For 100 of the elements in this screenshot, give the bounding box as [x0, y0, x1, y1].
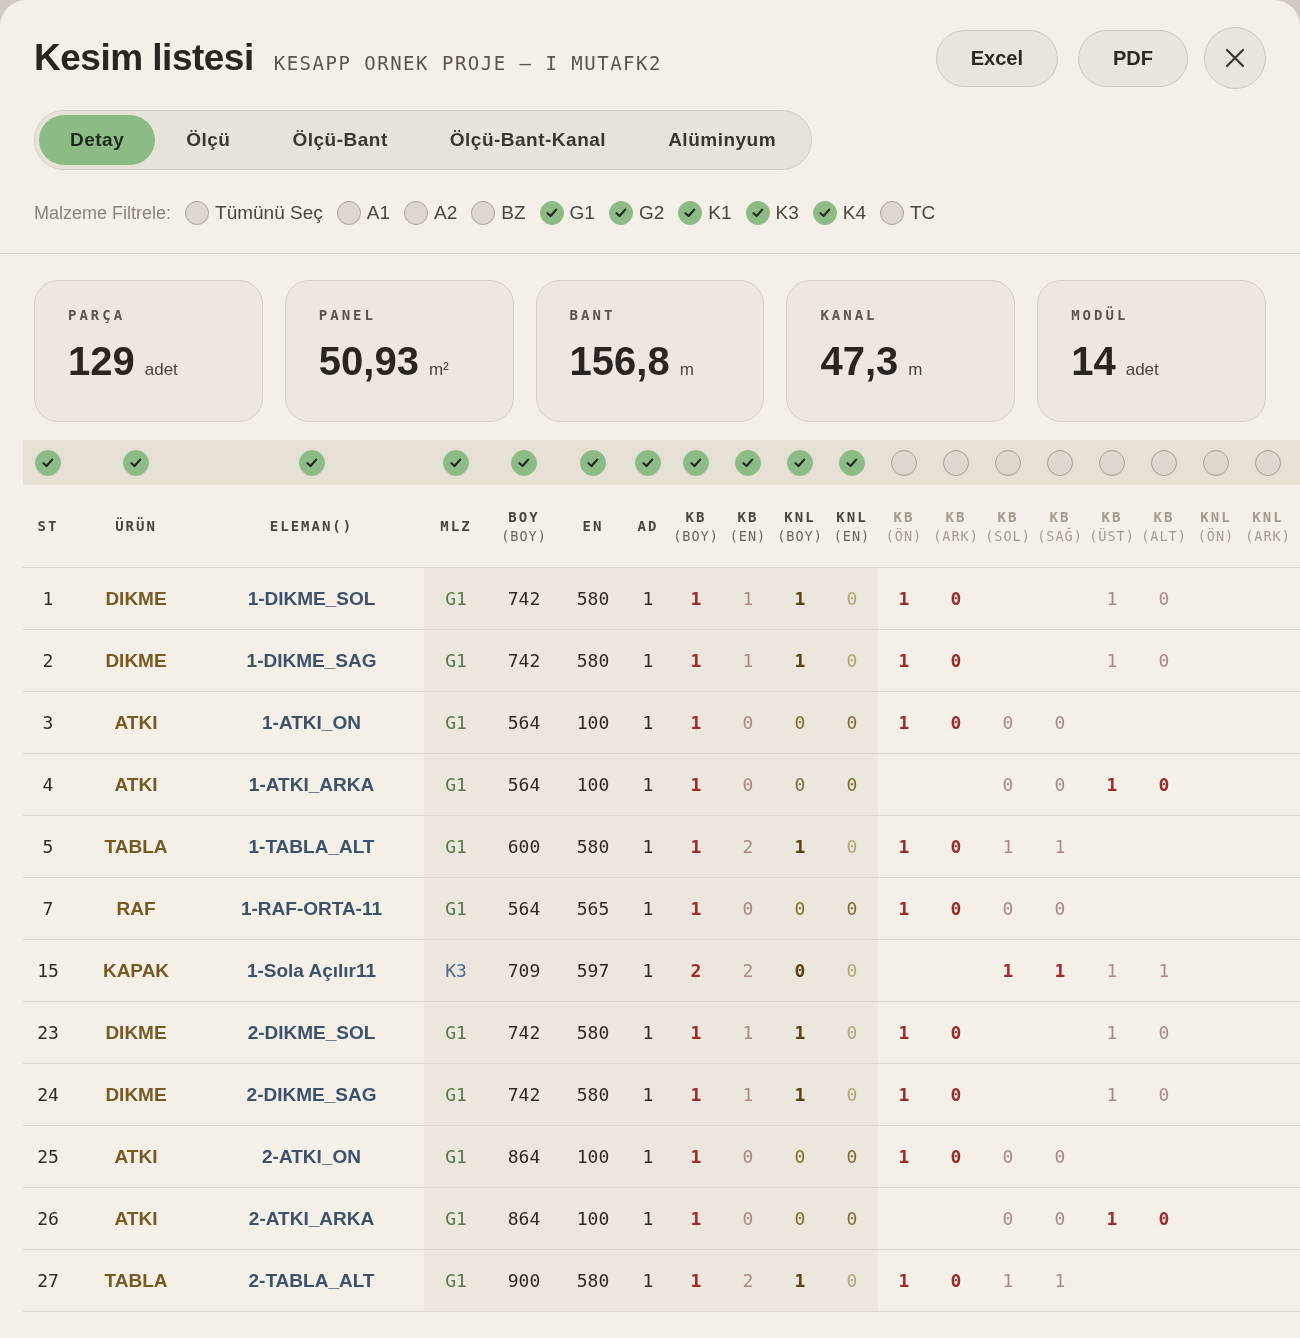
checkbox-label: G1 [569, 202, 595, 224]
checkbox[interactable] [812, 201, 837, 225]
table-cell: 1 [898, 588, 910, 609]
table-cell: 1 [690, 588, 702, 609]
column-checkbox[interactable] [735, 449, 761, 476]
table-cell: 564 [507, 712, 541, 733]
table-cell: DIKME [105, 1021, 167, 1044]
checkbox[interactable] [471, 201, 496, 225]
checkbox[interactable] [608, 201, 633, 225]
checkbox[interactable] [185, 201, 210, 225]
column-checkbox[interactable] [511, 449, 537, 476]
table-cell: 5 [42, 836, 54, 857]
table-cell: 1 [642, 1022, 654, 1043]
column-checkbox[interactable] [635, 449, 661, 476]
column-checkbox[interactable] [298, 449, 325, 476]
table-cell: 0 [1054, 774, 1066, 795]
table-cell: 0 [950, 650, 962, 671]
table-cell: 1 [642, 650, 654, 671]
stat-unit: m² [428, 360, 449, 380]
table-cell: 2 [690, 960, 702, 981]
column-checkbox[interactable] [891, 449, 917, 476]
table-cell: 0 [1054, 1146, 1066, 1167]
table-cell: K3 [445, 960, 467, 981]
table-cell: 0 [794, 960, 806, 981]
table-cell: 1 [642, 1208, 654, 1229]
column-checkbox[interactable] [1255, 449, 1281, 476]
tab[interactable]: Alüminyum [637, 115, 808, 165]
checkbox-label: K4 [842, 202, 866, 224]
column-checkbox[interactable] [1203, 449, 1229, 476]
table-cell: 1 [1054, 836, 1066, 857]
checkbox[interactable] [745, 201, 770, 225]
table-cell: 1-DIKME_SOL [247, 587, 376, 610]
checkbox[interactable] [678, 201, 703, 225]
table-cell: 0 [794, 898, 806, 919]
stat-unit: adet [1125, 360, 1159, 380]
export-button[interactable]: Excel [935, 29, 1058, 87]
table-cell: TABLA [104, 1269, 168, 1292]
table-cell: 2 [742, 960, 754, 981]
table-cell: 1 [1106, 650, 1118, 671]
column-checkbox[interactable] [1151, 449, 1177, 476]
stat-value: 14 [1071, 339, 1116, 384]
checkbox-label: Tümünü Seç [215, 202, 323, 224]
stat-label: PARÇA [68, 307, 126, 323]
column-header: KB [737, 508, 759, 525]
filter-label: Malzeme Filtrele: [34, 202, 172, 224]
column-checkbox[interactable] [839, 449, 865, 476]
tab[interactable]: Ölçü-Bant [261, 115, 419, 165]
checkbox[interactable] [539, 201, 564, 225]
column-checkbox[interactable] [1047, 449, 1073, 476]
table-cell: 1 [690, 898, 702, 919]
column-checkbox[interactable] [443, 449, 469, 476]
table-cell: 1 [690, 1022, 702, 1043]
table-cell: 0 [846, 1084, 858, 1105]
table-cell: 0 [846, 1022, 858, 1043]
table-cell: 0 [950, 1270, 962, 1291]
table-cell: 864 [507, 1208, 541, 1229]
column-header: ELEMAN() [269, 518, 354, 534]
table-cell: 0 [846, 588, 858, 609]
table-cell: 1 [690, 712, 702, 733]
column-header: KB [1153, 508, 1175, 525]
column-subheader: (ARK) [933, 527, 979, 544]
table-cell: 0 [1054, 712, 1066, 733]
column-checkbox[interactable] [123, 449, 149, 476]
tab[interactable]: Detay [39, 115, 156, 165]
table-cell: 1 [898, 1022, 910, 1043]
tab[interactable]: Ölçü-Bant-Kanal [418, 115, 638, 165]
column-checkbox[interactable] [35, 449, 61, 476]
column-checkbox[interactable] [580, 449, 606, 476]
checkbox[interactable] [404, 201, 428, 225]
table-cell: 100 [576, 774, 610, 795]
column-header: KB [893, 508, 915, 525]
table-cell: 1 [898, 1270, 910, 1291]
column-checkbox[interactable] [943, 449, 969, 476]
table-cell: 1 [1002, 836, 1014, 857]
column-subheader: (BOY) [777, 527, 823, 544]
table-cell: G1 [445, 1146, 467, 1167]
checkbox[interactable] [880, 201, 904, 225]
table-cell: 1 [690, 1208, 702, 1229]
table-cell: KAPAK [102, 959, 170, 982]
column-checkbox[interactable] [787, 449, 813, 476]
table-cell: 2 [742, 836, 754, 857]
checkbox-label: K3 [775, 202, 799, 224]
column-header: BOY [508, 508, 540, 525]
stat-value: 129 [68, 339, 135, 384]
table-cell: 1 [898, 1146, 910, 1167]
column-header: KB [685, 508, 707, 525]
tab[interactable]: Ölçü [155, 115, 262, 165]
table-cell: DIKME [105, 1083, 167, 1106]
table-cell: 1 [690, 774, 702, 795]
table-cell: 2-ATKI_ON [262, 1145, 361, 1168]
column-header: KNL [1200, 508, 1232, 525]
column-subheader: (BOY) [501, 527, 547, 544]
column-checkbox[interactable] [995, 449, 1021, 476]
export-button[interactable]: PDF [1078, 29, 1188, 87]
column-checkbox[interactable] [683, 449, 709, 476]
checkbox[interactable] [336, 201, 361, 225]
table-cell: 1-RAF-ORTA-11 [240, 897, 383, 920]
column-subheader: (SAĞ) [1037, 527, 1083, 544]
table-cell: 1-Sola Açılır11 [246, 959, 377, 982]
column-checkbox[interactable] [1099, 449, 1125, 476]
